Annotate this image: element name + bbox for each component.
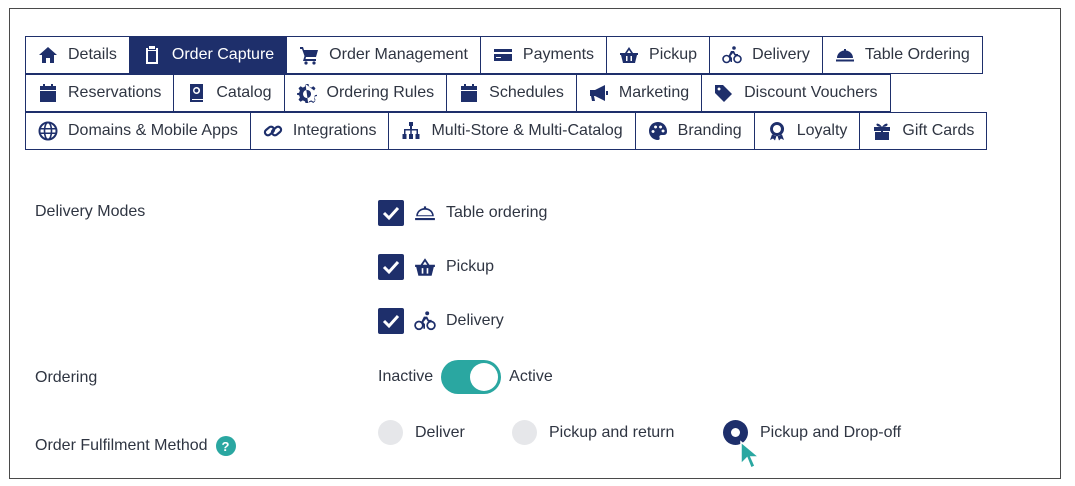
basket-icon [619,45,639,65]
delivery-modes-label: Delivery Modes [35,203,146,220]
toggle-knob [470,363,499,391]
radio-circle[interactable] [512,420,537,445]
tab-label: Pickup [649,46,698,63]
ordering-label: Ordering [35,369,98,386]
tab-delivery[interactable]: Delivery [709,36,823,74]
delivery-checkbox[interactable] [378,308,404,334]
settings-tabs: Details Order Capture Order Management P… [25,36,988,150]
tab-order-capture[interactable]: Order Capture [128,36,288,74]
basket-icon [414,256,436,278]
tab-marketing[interactable]: Marketing [575,74,703,112]
bicycle-icon [722,45,742,65]
tab-label: Delivery [752,46,810,63]
mode-label: Table ordering [446,204,548,221]
mode-table-ordering[interactable]: Table ordering [378,200,547,226]
tab-label: Reservations [68,84,162,101]
tab-row-1: Details Order Capture Order Management P… [25,36,986,74]
link-icon [263,121,283,141]
table-ordering-checkbox[interactable] [378,200,404,226]
tab-label: Order Capture [171,46,275,63]
tab-catalog[interactable]: Catalog [173,74,285,112]
tab-domains-mobile-apps[interactable]: Domains & Mobile Apps [25,112,251,150]
megaphone-icon [589,83,609,103]
tab-label: Gift Cards [902,122,975,139]
mode-label: Pickup [446,258,495,275]
tab-label: Order Management [329,46,468,63]
tab-label: Integrations [292,122,377,139]
calendar-icon [459,83,479,103]
tab-row-3: Domains & Mobile Apps Integrations Multi… [25,112,988,150]
radio-deliver[interactable]: Deliver [378,420,465,445]
toggle-active-label: Active [509,368,553,385]
tab-label: Ordering Rules [326,84,435,101]
tab-loyalty[interactable]: Loyalty [753,112,861,150]
radio-label: Pickup and return [549,423,675,441]
tab-branding[interactable]: Branding [634,112,755,150]
palette-icon [648,121,668,141]
tab-discount-vouchers[interactable]: Discount Vouchers [701,74,891,112]
tab-schedules[interactable]: Schedules [446,74,577,112]
mode-label: Delivery [446,312,504,329]
gift-icon [872,121,892,141]
cloche-icon [414,202,436,224]
ordering-toggle[interactable] [441,360,502,394]
tab-label: Payments [522,46,595,63]
tab-details[interactable]: Details [25,36,130,74]
cloche-icon [835,45,855,65]
tab-label: Branding [677,122,742,139]
clipboard-icon [142,45,162,65]
mode-delivery[interactable]: Delivery [378,308,504,334]
tab-integrations[interactable]: Integrations [249,112,390,150]
home-icon [38,45,58,65]
tab-label: Schedules [489,84,564,101]
pointer-cursor-icon [740,440,762,470]
tab-label: Catalog [216,84,272,101]
tab-label: Details [68,46,117,63]
tab-label: Table Ordering [864,46,970,63]
tab-label: Loyalty [796,122,848,139]
tab-multi-store[interactable]: Multi-Store & Multi-Catalog [388,112,636,150]
bicycle-icon [414,310,436,332]
tab-label: Marketing [618,84,690,101]
tab-gift-cards[interactable]: Gift Cards [859,112,988,150]
tab-reservations[interactable]: Reservations [25,74,175,112]
fulfilment-label-row: Order Fulfilment Method? [35,436,236,456]
sitemap-icon [401,121,421,141]
pickup-checkbox[interactable] [378,254,404,280]
tab-row-2: Reservations Catalog Ordering Rules Sche… [25,74,986,112]
tab-table-ordering[interactable]: Table Ordering [821,36,983,74]
tab-label: Domains & Mobile Apps [68,122,238,139]
mode-pickup[interactable]: Pickup [378,254,494,280]
tags-icon [714,83,734,103]
tab-order-management[interactable]: Order Management [286,36,481,74]
ordering-toggle-group: Inactive Active [378,360,553,394]
radio-label: Pickup and Drop-off [760,423,902,441]
tab-label: Discount Vouchers [744,84,878,101]
award-icon [767,121,787,141]
help-icon[interactable]: ? [215,436,236,456]
tab-pickup[interactable]: Pickup [606,36,711,74]
credit-card-icon [493,45,513,65]
radio-pickup-and-return[interactable]: Pickup and return [512,420,674,445]
tab-payments[interactable]: Payments [479,36,608,74]
gear-icon [296,83,317,103]
toggle-inactive-label: Inactive [378,368,434,385]
cart-icon [299,45,319,65]
tab-label: Multi-Store & Multi-Catalog [431,122,623,139]
fulfilment-label: Order Fulfilment Method [35,437,208,455]
globe-icon [38,121,58,141]
radio-circle[interactable] [378,420,403,445]
calendar-icon [38,83,58,103]
catalog-book-icon [186,83,206,103]
radio-label: Deliver [415,423,465,441]
tab-ordering-rules[interactable]: Ordering Rules [283,74,448,112]
